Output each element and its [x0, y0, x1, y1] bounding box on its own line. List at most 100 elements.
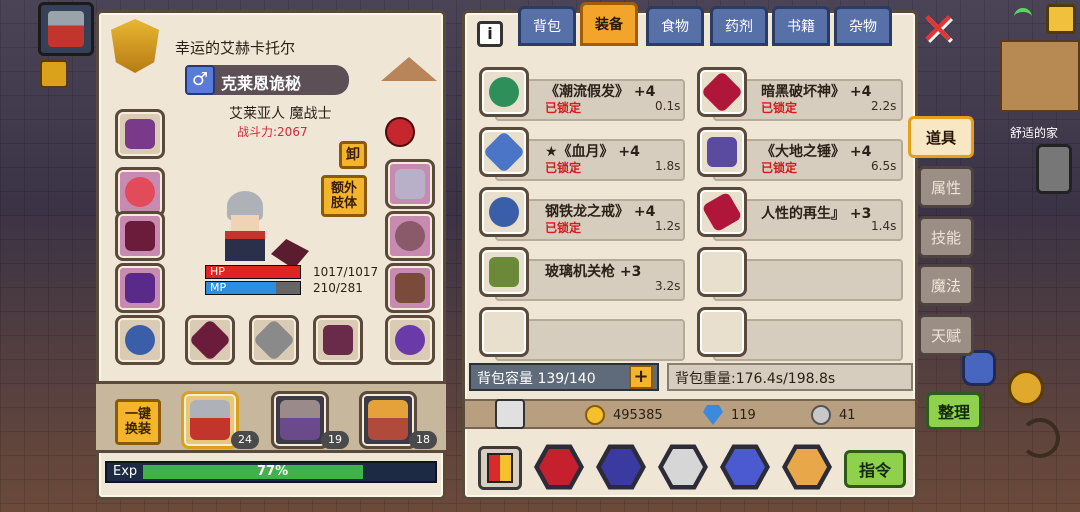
slot-boots[interactable] — [385, 263, 435, 313]
skill-slot-2[interactable] — [594, 440, 648, 494]
item-list: 《潮流假发》 +4 已锁定 0.1s 暗黑破坏神》 +4 已锁定 2.2s ★《… — [475, 63, 909, 363]
rank-emblem-icon — [111, 19, 159, 73]
vortex-skill-icon — [601, 449, 641, 485]
sidetab-magic[interactable]: 魔法 — [918, 264, 974, 306]
slot-cloak[interactable] — [115, 211, 165, 261]
dark-sword-icon — [700, 70, 744, 114]
item-locked: 已锁定 — [761, 101, 798, 115]
hero-sprite — [217, 191, 273, 265]
race-class: 艾莱亚人 魔战士 — [229, 106, 332, 122]
combat-power: 战斗力:2067 — [237, 125, 308, 139]
wig-icon — [489, 77, 519, 107]
item-weight: 0.1s — [655, 99, 681, 113]
axe-icon — [252, 318, 296, 362]
close-icon[interactable]: ✕ — [918, 8, 958, 52]
quick-equip-button[interactable]: 一键换装 — [115, 399, 161, 445]
sort-button[interactable]: 整理 — [926, 392, 982, 430]
axe-icon — [188, 318, 232, 362]
hp-bar: HP — [205, 265, 301, 279]
tab-backpack[interactable]: 背包 — [518, 6, 576, 46]
minimap[interactable] — [1000, 40, 1080, 112]
skill-slot-3[interactable] — [656, 440, 710, 494]
item-slot[interactable] — [479, 127, 529, 177]
download-icon[interactable] — [495, 399, 525, 429]
item-slot[interactable] — [479, 187, 529, 237]
tab-books[interactable]: 书籍 — [772, 6, 830, 46]
ring-icon — [125, 325, 155, 355]
skill-slot-5[interactable] — [780, 440, 834, 494]
minimap-button[interactable] — [1046, 4, 1076, 34]
extra-limb-button[interactable]: 额外肢体 — [321, 175, 367, 217]
slot-ranged[interactable] — [313, 315, 363, 365]
tab-potion[interactable]: 药剂 — [710, 6, 768, 46]
slot-gloves[interactable] — [385, 159, 435, 209]
tab-misc[interactable]: 杂物 — [834, 6, 892, 46]
party-member-1-level: 24 — [231, 431, 259, 449]
gem-amount: 119 — [731, 408, 756, 423]
mp-bar: MP — [205, 281, 301, 295]
bow-icon[interactable] — [1020, 418, 1060, 458]
command-button[interactable]: 指令 — [844, 450, 906, 488]
skill-slot-1[interactable] — [532, 440, 586, 494]
slot-ring-left[interactable] — [115, 315, 165, 365]
slot-belt[interactable] — [385, 211, 435, 261]
item-slot[interactable] — [697, 127, 747, 177]
tab-food[interactable]: 食物 — [646, 6, 704, 46]
item-slot[interactable] — [479, 67, 529, 117]
skill-slot-4[interactable] — [718, 440, 772, 494]
party-member-2-level: 19 — [321, 431, 349, 449]
gold-coin-icon — [585, 405, 605, 425]
hammer-icon — [707, 137, 737, 167]
inventory-panel: i 《潮流假发》 +4 已锁定 0.1s 暗黑破坏神》 +4 已锁定 2.2s … — [462, 10, 918, 500]
exp-bar: Exp 77% — [105, 461, 437, 483]
mp-value: 210/281 — [313, 281, 363, 295]
item-slot[interactable] — [697, 187, 747, 237]
empty-item-slot — [479, 307, 529, 357]
item-weight: 1.2s — [655, 219, 681, 233]
tab-equipment[interactable]: 装备 — [580, 2, 638, 46]
sidetab-skills[interactable]: 技能 — [918, 216, 974, 258]
slot-offhand[interactable] — [249, 315, 299, 365]
helmet-icon — [125, 119, 155, 149]
slot-ring-right[interactable] — [385, 315, 435, 365]
belt-icon — [395, 221, 425, 251]
ring-icon — [395, 325, 425, 355]
slot-main-weapon[interactable] — [185, 315, 235, 365]
sidetab-attributes[interactable]: 属性 — [918, 166, 974, 208]
cloak-icon — [125, 221, 155, 251]
item-weight: 2.2s — [871, 99, 897, 113]
hud-quest-icon[interactable] — [40, 60, 68, 88]
mp-bar-label: MP — [210, 281, 227, 294]
map-location-label: 舒适的家 — [1010, 126, 1059, 140]
ring-icon — [489, 197, 519, 227]
gold-amount: 495385 — [613, 408, 663, 423]
item-slot[interactable] — [479, 247, 529, 297]
sidetab-talent[interactable]: 天赋 — [918, 314, 974, 356]
slot-helmet[interactable] — [115, 109, 165, 159]
item-weight: 1.4s — [871, 219, 897, 233]
sidetab-items[interactable]: 道具 — [908, 116, 974, 158]
token-icon — [811, 405, 831, 425]
phone-icon[interactable] — [1036, 144, 1072, 194]
horse-icon[interactable] — [1008, 370, 1044, 406]
unequip-button[interactable]: 卸 — [339, 141, 367, 169]
exp-label: Exp — [113, 464, 138, 479]
item-locked: 已锁定 — [545, 101, 582, 115]
item-name: 暗黑破坏神》 +4 — [761, 84, 872, 100]
armor-icon — [125, 273, 155, 303]
item-weight: 6.5s — [871, 159, 897, 173]
item-slot[interactable] — [697, 67, 747, 117]
exp-percent: 77% — [257, 464, 289, 479]
expand-capacity-button[interactable]: + — [629, 365, 653, 389]
wardrobe-hanger-icon[interactable] — [381, 45, 437, 81]
skill-order-button[interactable] — [478, 446, 522, 490]
hud-avatar[interactable] — [38, 2, 94, 56]
weight-label: 背包重量:176.4s/198.8s — [675, 371, 836, 387]
slot-badge[interactable] — [385, 117, 415, 147]
item-weight: 3.2s — [655, 279, 681, 293]
slot-armor[interactable] — [115, 263, 165, 313]
spear-icon — [482, 130, 526, 174]
wifi-icon — [1014, 8, 1032, 22]
slot-amulet[interactable] — [115, 167, 165, 217]
male-gender-icon: ♂ — [185, 65, 215, 95]
